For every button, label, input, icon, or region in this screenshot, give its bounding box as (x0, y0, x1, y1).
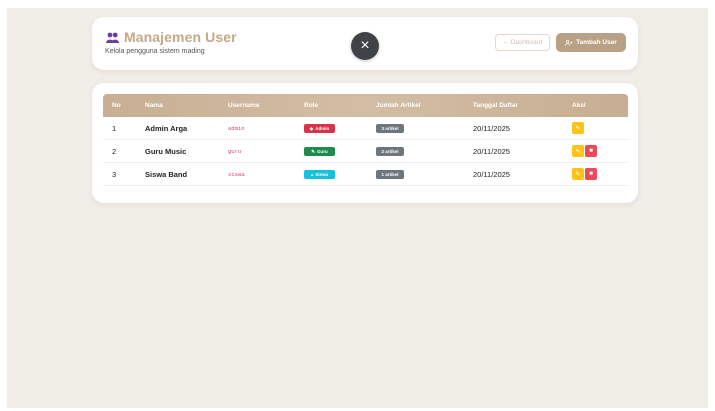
trash-icon: ■ (589, 171, 593, 177)
graduation-cap-icon: ▴ (310, 171, 314, 177)
table-header: No Nama Username Role Jumlah Artikel Tan… (103, 94, 628, 117)
cell-name: Siswa Band (145, 170, 188, 179)
pencil-icon: ✎ (575, 148, 581, 155)
dashboard-button[interactable]: ← Dashboard (495, 34, 550, 51)
column-header-no: No (112, 102, 121, 109)
delete-button[interactable]: ■ (585, 145, 597, 157)
article-count-badge: 3 artikel (376, 124, 404, 133)
page-title: Manajemen User (124, 29, 237, 45)
table-row: 3 Siswa Band siswa ▴ Siswa 1 artikel 20/… (103, 163, 628, 186)
role-badge-admin: ◈ Admin (304, 124, 335, 133)
cell-username: admin (228, 125, 245, 132)
user-plus-icon (565, 39, 573, 46)
page-subtitle: Kelola pengguna sistem mading (105, 48, 205, 55)
close-button[interactable]: × (351, 32, 379, 60)
cell-date: 20/11/2025 (473, 170, 510, 179)
cell-date: 20/11/2025 (473, 147, 510, 156)
cell-no: 3 (112, 170, 117, 179)
role-label: Guru (317, 149, 328, 154)
column-header-tanggal-daftar: Tanggal Daftar (473, 102, 519, 109)
cell-name: Guru Music (145, 147, 187, 156)
pencil-icon: ✎ (575, 125, 581, 132)
users-table: No Nama Username Role Jumlah Artikel Tan… (103, 94, 628, 186)
users-icon (106, 32, 119, 43)
role-label: Admin (315, 126, 330, 131)
role-label: Siswa (315, 172, 329, 177)
edit-button[interactable]: ✎ (572, 122, 584, 134)
column-header-role: Role (304, 102, 319, 109)
delete-button[interactable]: ■ (585, 168, 597, 180)
column-header-aksi: Aksi (572, 102, 586, 109)
cell-date: 20/11/2025 (473, 124, 510, 133)
title-row: Manajemen User (106, 29, 237, 45)
pencil-icon: ✎ (575, 171, 581, 178)
cell-name: Admin Arga (145, 124, 188, 133)
table-row: 1 Admin Arga admin ◈ Admin 3 artikel 20/… (103, 117, 628, 140)
cell-username: guru (228, 148, 242, 155)
add-user-button[interactable]: Tambah User (556, 33, 626, 52)
article-count-badge: 2 artikel (376, 147, 404, 156)
shield-icon: ◈ (309, 125, 314, 131)
header-card: Manajemen User Kelola pengguna sistem ma… (92, 17, 638, 70)
edit-button[interactable]: ✎ (572, 168, 584, 180)
pencil-icon: ✎ (311, 148, 316, 154)
cell-username: siswa (228, 171, 245, 178)
trash-icon: ■ (589, 148, 593, 154)
column-header-jumlah-artikel: Jumlah Artikel (376, 102, 421, 109)
users-table-card: No Nama Username Role Jumlah Artikel Tan… (92, 83, 638, 203)
role-badge-siswa: ▴ Siswa (304, 170, 335, 179)
article-count-badge: 1 artikel (376, 170, 404, 179)
close-icon: × (360, 37, 370, 54)
column-header-nama: Nama (145, 102, 163, 109)
column-header-username: Username (228, 102, 260, 109)
cell-no: 1 (112, 124, 117, 133)
edit-button[interactable]: ✎ (572, 145, 584, 157)
role-badge-guru: ✎ Guru (304, 147, 335, 156)
dashboard-button-label: ← Dashboard (502, 39, 543, 46)
cell-no: 2 (112, 147, 117, 156)
table-row: 2 Guru Music guru ✎ Guru 2 artikel 20/11… (103, 140, 628, 163)
add-user-button-label: Tambah User (576, 39, 617, 46)
